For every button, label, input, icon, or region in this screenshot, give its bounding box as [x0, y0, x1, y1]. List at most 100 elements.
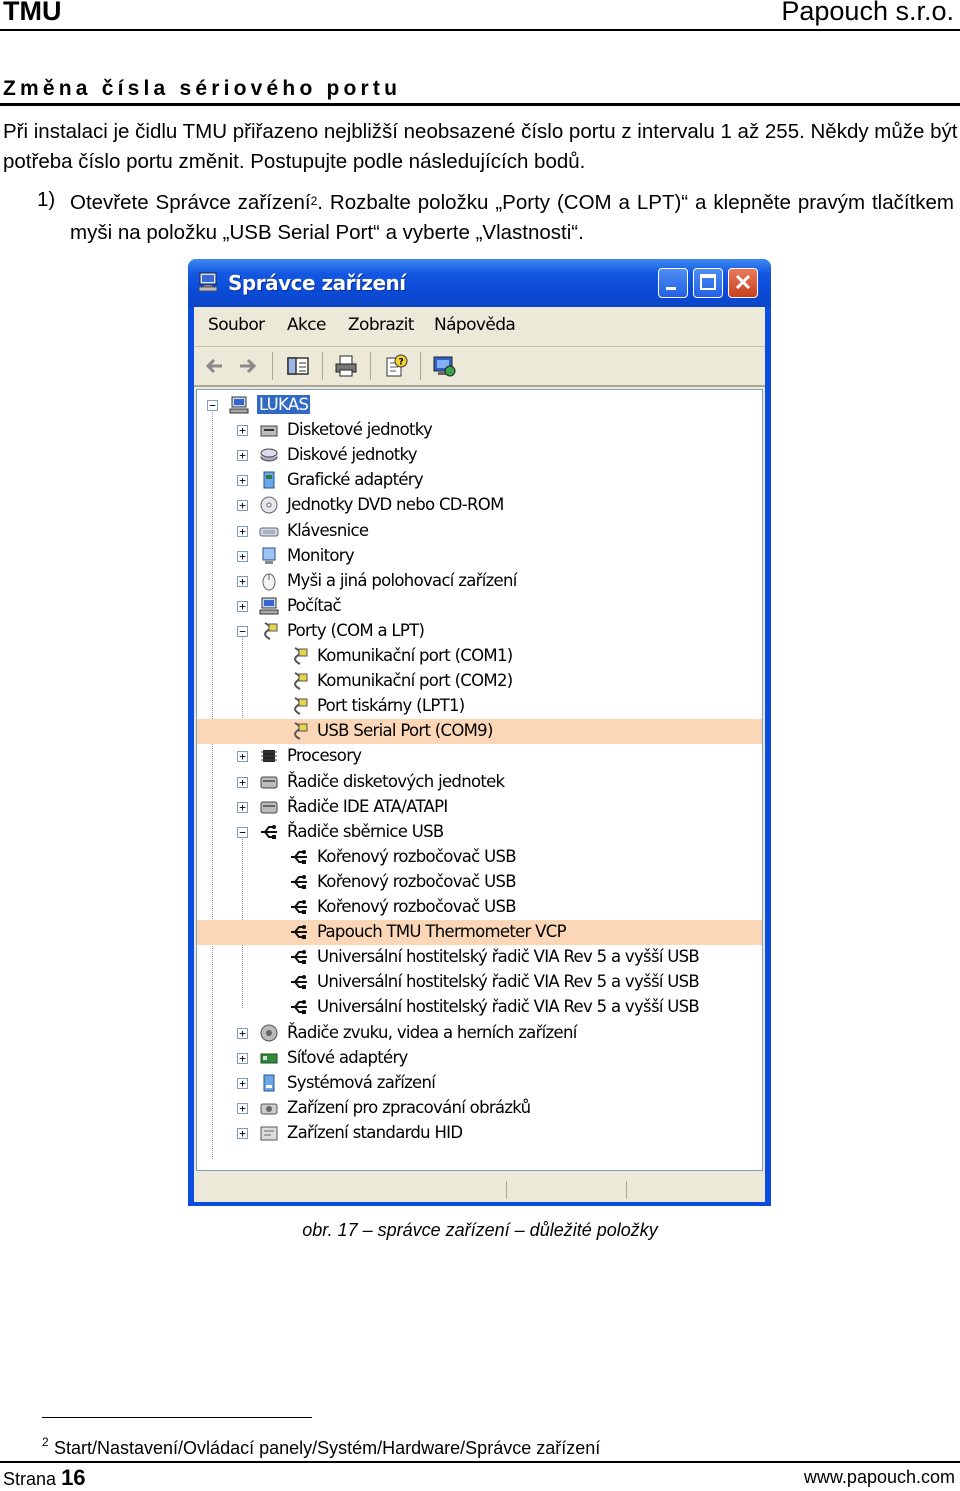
tree-item-label: Port tiskárny (LPT1) [317, 696, 465, 716]
tree-item[interactable]: − Řadiče sběrnice USB [197, 820, 762, 845]
collapse-icon[interactable]: − [207, 400, 218, 411]
tree-item[interactable]: + Řadiče zvuku, videa a herních zařízení [197, 1021, 762, 1046]
expand-icon[interactable]: + [237, 575, 248, 587]
tree-item[interactable]: Kořenový rozbočovač USB [197, 845, 762, 870]
tree-item-label: USB Serial Port (COM9) [317, 721, 493, 741]
expand-icon[interactable]: + [237, 1077, 248, 1089]
processor-icon [261, 750, 277, 763]
print-icon[interactable] [334, 354, 358, 378]
controller-icon [260, 801, 278, 814]
tree-item[interactable]: + Myši a jiná polohovací zařízení [197, 569, 762, 594]
disk-drive-icon [260, 448, 278, 462]
expand-icon[interactable]: + [237, 525, 248, 537]
expand-icon[interactable]: + [237, 1102, 248, 1114]
tree-item-label: Porty (COM a LPT) [287, 620, 425, 640]
tree-item[interactable]: + Zařízení pro zpracování obrázků [197, 1096, 762, 1121]
tree-item[interactable]: Kořenový rozbočovač USB [197, 870, 762, 895]
computer-icon [229, 396, 249, 414]
tree-item[interactable]: Universální hostitelský řadič VIA Rev 5 … [197, 995, 762, 1020]
tree-item-label: Zařízení standardu HID [287, 1122, 463, 1142]
device-tree[interactable]: − LUKAS + Disketové jednotky + Diskové jednot… [196, 389, 763, 1171]
expand-icon[interactable]: + [237, 1127, 248, 1139]
tree-item-label: Kořenový rozbočovač USB [317, 846, 517, 866]
expand-icon[interactable]: + [237, 1052, 248, 1064]
close-icon [735, 274, 751, 290]
show-hide-tree-icon[interactable] [286, 354, 310, 378]
tree-item[interactable]: Port tiskárny (LPT1) [197, 694, 762, 719]
expand-icon[interactable]: + [237, 801, 248, 813]
menu-napoveda[interactable]: Nápověda [434, 315, 516, 335]
expand-icon[interactable]: + [237, 475, 248, 487]
tree-item-label: Komunikační port (COM2) [317, 671, 513, 691]
hid-icon [260, 1126, 278, 1141]
tree-item[interactable]: + Procesory [197, 744, 762, 769]
tree-item-label: Počítač [287, 595, 342, 615]
tree-item[interactable]: + Diskové jednotky [197, 443, 762, 468]
tree-item[interactable]: + Klávesnice [197, 519, 762, 544]
tree-item[interactable]: − Porty (COM a LPT) [197, 619, 762, 644]
expand-icon[interactable]: + [237, 450, 248, 462]
minimize-button[interactable] [658, 268, 688, 298]
tree-item[interactable]: + Řadiče IDE ATA/ATAPI [197, 795, 762, 820]
scan-hardware-icon[interactable] [432, 354, 456, 378]
camera-icon [260, 1103, 278, 1115]
tree-item[interactable]: − LUKAS [197, 393, 762, 418]
menu-zobrazit[interactable]: Zobrazit [348, 315, 414, 335]
footnote-rule [42, 1417, 312, 1418]
tree-item[interactable]: + Řadiče disketových jednotek [197, 770, 762, 795]
network-card-icon [260, 1053, 278, 1064]
tree-item[interactable]: Kořenový rozbočovač USB [197, 895, 762, 920]
header-product-name: TMU [3, 0, 62, 26]
window-titlebar[interactable]: Správce zařízení [188, 259, 771, 307]
tree-item[interactable]: + Síťové adaptéry [197, 1046, 762, 1071]
status-bar-separator [506, 1181, 507, 1199]
tree-item[interactable]: Komunikační port (COM2) [197, 669, 762, 694]
port-icon [294, 722, 308, 741]
tree-item-label: Grafické adaptéry [287, 470, 424, 490]
tree-item[interactable]: Komunikační port (COM1) [197, 644, 762, 669]
maximize-button[interactable] [693, 268, 723, 298]
expand-icon[interactable]: + [237, 776, 248, 788]
back-icon[interactable] [202, 354, 226, 378]
usb-icon [291, 900, 307, 914]
expand-icon[interactable]: + [237, 1027, 248, 1039]
tree-item-label: Systémová zařízení [287, 1072, 436, 1092]
expand-icon[interactable]: + [237, 500, 248, 512]
help-properties-icon[interactable]: ? [384, 354, 408, 378]
tree-item-label: Universální hostitelský řadič VIA Rev 5 … [317, 997, 700, 1017]
tree-item[interactable]: + Počítač [197, 594, 762, 619]
tree-item[interactable]: + Jednotky DVD nebo CD-ROM [197, 493, 762, 518]
expand-icon[interactable]: + [237, 550, 248, 562]
toolbar: ? [194, 347, 765, 387]
menu-soubor[interactable]: Soubor [208, 315, 265, 335]
tree-item[interactable]: + Zařízení standardu HID [197, 1121, 762, 1146]
tree-item-label: Řadiče zvuku, videa a herních zařízení [287, 1022, 577, 1042]
footer-url[interactable]: www.papouch.com [804, 1467, 955, 1488]
close-button[interactable] [728, 268, 758, 298]
tree-item-label: Disketové jednotky [287, 420, 433, 440]
expand-icon[interactable]: + [237, 600, 248, 612]
footer-page-number: 16 [61, 1465, 86, 1490]
tree-item[interactable]: Universální hostitelský řadič VIA Rev 5 … [197, 945, 762, 970]
header-rule [0, 29, 960, 31]
step-text-a: Otevřete Správce zařízení [70, 191, 311, 214]
footnote-ref[interactable]: 2 [311, 194, 318, 208]
tree-item[interactable]: Papouch TMU Thermometer VCP [197, 920, 762, 946]
collapse-icon[interactable]: − [237, 826, 248, 838]
expand-icon[interactable]: + [237, 425, 248, 437]
tree-item[interactable]: Universální hostitelský řadič VIA Rev 5 … [197, 970, 762, 995]
forward-icon[interactable] [236, 354, 260, 378]
expand-icon[interactable]: + [237, 751, 248, 763]
menu-akce[interactable]: Akce [287, 315, 326, 335]
floppy-drive-icon [260, 425, 278, 437]
tree-item[interactable]: + Systémová zařízení [197, 1071, 762, 1096]
collapse-icon[interactable]: − [237, 625, 248, 637]
step-number: 1) [37, 188, 56, 211]
usb-icon [291, 849, 307, 864]
tree-item-label: Monitory [287, 545, 355, 565]
tree-item[interactable]: USB Serial Port (COM9) [197, 719, 762, 745]
tree-item[interactable]: + Monitory [197, 544, 762, 569]
tree-item[interactable]: + Disketové jednotky [197, 418, 762, 443]
tree-item[interactable]: + Grafické adaptéry [197, 468, 762, 493]
tree-item-label: Kořenový rozbočovač USB [317, 871, 517, 891]
